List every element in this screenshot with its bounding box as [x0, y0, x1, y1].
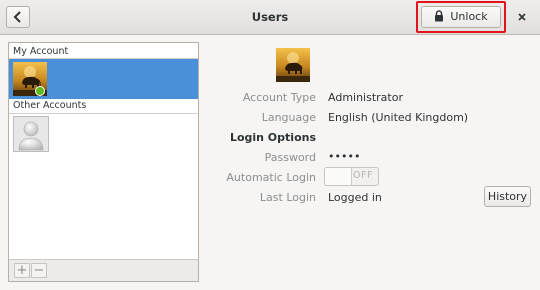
accounts-toolbar: + −	[9, 259, 198, 281]
chevron-left-icon	[13, 11, 21, 23]
remove-user-button[interactable]: −	[31, 263, 47, 278]
password-label: Password	[264, 151, 316, 164]
password-value[interactable]: •••••	[328, 150, 360, 163]
add-user-button[interactable]: +	[14, 263, 30, 278]
close-icon	[518, 13, 526, 21]
section-header-my-account: My Account	[13, 46, 69, 57]
switch-state-label: OFF	[353, 170, 373, 181]
automatic-login-switch[interactable]: OFF	[324, 167, 379, 186]
language-value[interactable]: English (United Kingdom)	[328, 111, 468, 124]
last-login-label: Last Login	[259, 191, 316, 204]
lock-icon	[435, 10, 444, 22]
back-button[interactable]	[6, 6, 30, 28]
history-button[interactable]: History	[484, 186, 531, 207]
switch-knob	[325, 168, 352, 185]
user-picture[interactable]	[276, 48, 310, 82]
unlock-label: Unlock	[450, 10, 488, 23]
automatic-login-label: Automatic Login	[226, 171, 316, 184]
account-type-label: Account Type	[242, 91, 316, 104]
language-label: Language	[261, 111, 316, 124]
login-options-heading: Login Options	[229, 131, 316, 144]
close-button[interactable]	[515, 10, 529, 24]
last-login-value: Logged in	[328, 191, 382, 204]
account-type-value[interactable]: Administrator	[328, 91, 403, 104]
header-bar: Users Unlock	[0, 0, 540, 35]
unlock-button[interactable]: Unlock	[421, 6, 501, 28]
